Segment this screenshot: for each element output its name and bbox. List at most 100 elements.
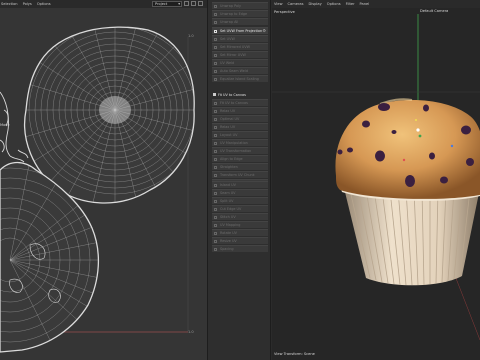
tool-label: Rotate UV	[220, 231, 237, 236]
tool-icon	[214, 110, 217, 113]
menu-selection[interactable]: Selection	[1, 2, 18, 6]
perspective-label[interactable]: Perspective	[274, 10, 295, 14]
tool-button[interactable]: Unwrap to Edge	[212, 10, 268, 18]
tool-label: Align to Edge	[220, 157, 243, 162]
tool-label: Layout UV	[220, 133, 238, 138]
tool-button[interactable]: Unwrap Poly	[212, 2, 268, 10]
tool-icon	[214, 126, 217, 129]
3d-viewport[interactable]: View Cameras Display Options Filter Pane…	[272, 0, 480, 360]
tool-label: Fit UV to Canvas	[220, 101, 248, 106]
tool-label: Straighten	[220, 165, 238, 170]
tool-button[interactable]: Resize UV	[212, 237, 268, 245]
uv-wireframe	[0, 26, 195, 353]
muffin-wrapper	[340, 186, 480, 286]
tool-icon	[214, 70, 217, 73]
tool-button[interactable]: Rotate UV	[212, 229, 268, 237]
tool-icon	[214, 21, 217, 24]
tool-label: Seam UV	[220, 191, 236, 196]
tool-button[interactable]: Set UVW	[212, 35, 268, 43]
tool-icon	[214, 224, 217, 227]
tool-label: Cut Edge UV	[220, 207, 242, 212]
section-label: Fit UV to Canvas	[218, 92, 246, 97]
tool-button[interactable]: UV Transformation	[212, 147, 268, 155]
tool-button[interactable]: Relax UV	[212, 107, 268, 115]
tool-label: UV Transformation	[220, 149, 252, 154]
tool-icon	[214, 78, 217, 81]
projection-dropdown[interactable]: Project ▾	[152, 1, 182, 7]
tool-label: Set Mirrored UVW	[220, 45, 251, 50]
tool-button[interactable]: UV Weld	[212, 59, 268, 67]
tool-icon	[214, 5, 217, 8]
menu-options[interactable]: Options	[327, 2, 341, 6]
uv-canvas[interactable]: 1.0 1.0	[0, 8, 207, 360]
tool-button[interactable]: Transform UV Chunk	[212, 171, 268, 179]
tool-button[interactable]: UV Manipulation	[212, 139, 268, 147]
tool-button[interactable]: Optimal UV	[212, 115, 268, 123]
tool-button[interactable]: Straighten	[212, 163, 268, 171]
uv-tools-panel: Unwrap Poly Unwrap to Edge Unwrap All Se…	[207, 0, 271, 360]
menu-panel[interactable]: Panel	[360, 2, 370, 6]
pivot-marker	[416, 128, 420, 132]
tool-button[interactable]: Unwrap All	[212, 18, 268, 26]
tool-icon	[214, 134, 217, 137]
tool-icon	[214, 142, 217, 145]
tool-button[interactable]: Auto Seam Weld	[212, 67, 268, 75]
set-uvw-from-projection-button[interactable]: Set UVW From Projection ⚙	[212, 27, 268, 35]
camera-label[interactable]: Default Camera	[420, 9, 448, 13]
uv-toolbar-icons	[184, 1, 203, 6]
uv-tick-bottom-right: 1.0	[188, 330, 194, 334]
tool-label: Resize UV	[220, 239, 237, 244]
tool-button[interactable]: Island UV	[212, 181, 268, 189]
tool-button[interactable]: UV Mapping	[212, 221, 268, 229]
tool-label: UV Manipulation	[220, 141, 248, 146]
menu-view[interactable]: View	[274, 2, 283, 6]
tool-icon	[214, 30, 217, 33]
menu-display[interactable]: Display	[309, 2, 322, 6]
tool-button[interactable]: Align to Edge	[212, 155, 268, 163]
tool-button[interactable]: Seam UV	[212, 189, 268, 197]
tool-label: Transform UV Chunk	[220, 173, 255, 178]
tool-label: Set UVW	[220, 37, 235, 42]
tool-button[interactable]: Set Mirror UVW	[212, 51, 268, 59]
tool-label: Stitch UV	[220, 215, 236, 220]
tool-button[interactable]: Relax UV	[212, 123, 268, 131]
tool-button[interactable]: Stitch UV	[212, 213, 268, 221]
frame-icon[interactable]	[198, 1, 203, 6]
tool-label: Relax UV	[220, 109, 236, 114]
tool-button[interactable]: Fit UV to Canvas	[212, 99, 268, 107]
section-icon	[213, 93, 216, 96]
tool-icon	[214, 46, 217, 49]
tool-icon	[214, 192, 217, 195]
tool-icon	[214, 38, 217, 41]
uv-editor-panel: Selection Polys Options Project ▾ 1.0 1.…	[0, 0, 207, 360]
tool-button[interactable]: Set Mirrored UVW	[212, 43, 268, 51]
menu-filter[interactable]: Filter	[346, 2, 355, 6]
tool-button[interactable]: Layout UV	[212, 131, 268, 139]
tool-icon	[214, 240, 217, 243]
checker-icon[interactable]	[191, 1, 196, 6]
tool-icon	[214, 248, 217, 251]
tool-icon	[214, 216, 217, 219]
tool-label: Spacing	[220, 247, 234, 252]
tool-label: Island UV	[220, 183, 236, 188]
tool-label: Equalize Island Scaling	[220, 77, 259, 82]
tool-icon	[214, 166, 217, 169]
tool-button[interactable]: Split UV	[212, 197, 268, 205]
tool-label: Optimal UV	[220, 117, 240, 122]
status-label: View Transform: Scene	[274, 352, 315, 356]
tool-label: UV Weld	[220, 61, 235, 66]
tool-button[interactable]: Spacing	[212, 245, 268, 253]
tool-button[interactable]: Cut Edge UV	[212, 205, 268, 213]
tool-label: Set Mirror UVW	[220, 53, 246, 58]
tool-label: Split UV	[220, 199, 234, 204]
menu-options[interactable]: Options	[37, 2, 51, 6]
gear-icon[interactable]: ⚙	[262, 28, 266, 33]
projection-dropdown-value: Project	[155, 2, 168, 6]
menu-cameras[interactable]: Cameras	[288, 2, 304, 6]
grid-icon[interactable]	[184, 1, 189, 6]
tool-button[interactable]: Equalize Island Scaling	[212, 75, 268, 83]
move-label-text: Move	[0, 123, 10, 127]
tool-label: UV Mapping	[220, 223, 241, 228]
fit-uv-section-header[interactable]: Fit UV to Canvas	[212, 91, 268, 98]
menu-polys[interactable]: Polys	[23, 2, 32, 6]
